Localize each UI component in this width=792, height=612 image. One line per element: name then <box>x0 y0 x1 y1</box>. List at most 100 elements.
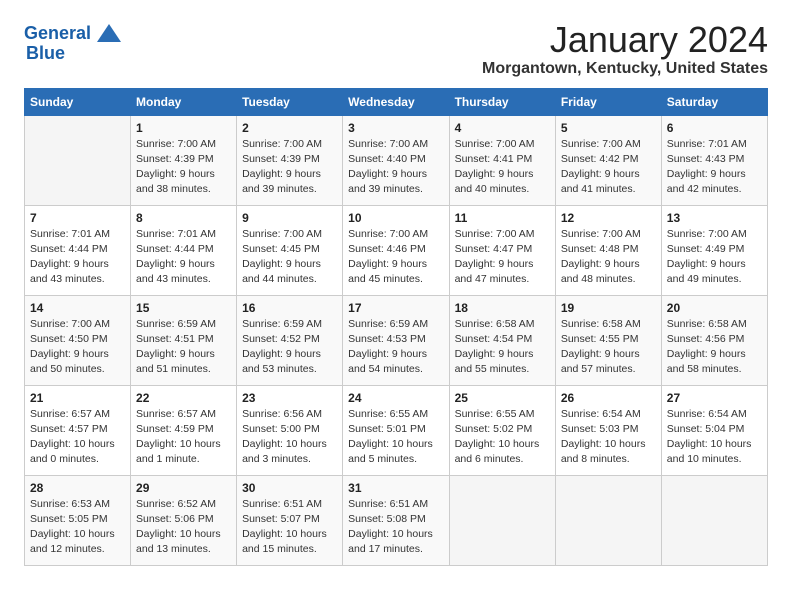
col-header-sunday: Sunday <box>25 88 131 115</box>
day-number: 29 <box>136 481 231 495</box>
day-info: Sunrise: 6:55 AM Sunset: 5:01 PM Dayligh… <box>348 407 443 468</box>
day-info: Sunrise: 6:56 AM Sunset: 5:00 PM Dayligh… <box>242 407 337 468</box>
day-number: 12 <box>561 211 656 225</box>
col-header-tuesday: Tuesday <box>237 88 343 115</box>
location-title: Morgantown, Kentucky, United States <box>482 60 768 78</box>
calendar-cell: 15 Sunrise: 6:59 AM Sunset: 4:51 PM Dayli… <box>131 295 237 385</box>
col-header-wednesday: Wednesday <box>343 88 449 115</box>
calendar-cell: 7 Sunrise: 7:01 AM Sunset: 4:44 PM Daylig… <box>25 205 131 295</box>
col-header-friday: Friday <box>555 88 661 115</box>
calendar-cell: 23 Sunrise: 6:56 AM Sunset: 5:00 PM Dayli… <box>237 385 343 475</box>
day-info: Sunrise: 7:00 AM Sunset: 4:49 PM Dayligh… <box>667 227 762 288</box>
calendar-cell: 22Sunrise: 6:57 AM Sunset: 4:59 PM Dayli… <box>131 385 237 475</box>
day-info: Sunrise: 6:55 AM Sunset: 5:02 PM Dayligh… <box>455 407 550 468</box>
week-row-4: 21Sunrise: 6:57 AM Sunset: 4:57 PM Dayli… <box>25 385 768 475</box>
day-info: Sunrise: 7:01 AM Sunset: 4:44 PM Dayligh… <box>30 227 125 288</box>
day-number: 17 <box>348 301 443 315</box>
calendar-cell: 28Sunrise: 6:53 AM Sunset: 5:05 PM Dayli… <box>25 475 131 565</box>
day-number: 3 <box>348 121 443 135</box>
calendar-cell: 26Sunrise: 6:54 AM Sunset: 5:03 PM Dayli… <box>555 385 661 475</box>
calendar-cell: 25 Sunrise: 6:55 AM Sunset: 5:02 PM Dayli… <box>449 385 555 475</box>
col-header-saturday: Saturday <box>661 88 767 115</box>
day-number: 24 <box>348 391 443 405</box>
day-info: Sunrise: 6:54 AM Sunset: 5:03 PM Dayligh… <box>561 407 656 468</box>
calendar-cell: 3 Sunrise: 7:00 AM Sunset: 4:40 PM Daylig… <box>343 115 449 205</box>
calendar-cell: 14 Sunrise: 7:00 AM Sunset: 4:50 PM Dayli… <box>25 295 131 385</box>
col-header-monday: Monday <box>131 88 237 115</box>
week-row-1: 1 Sunrise: 7:00 AM Sunset: 4:39 PM Daylig… <box>25 115 768 205</box>
day-number: 1 <box>136 121 231 135</box>
day-info: Sunrise: 6:58 AM Sunset: 4:55 PM Dayligh… <box>561 317 656 378</box>
calendar-cell: 16Sunrise: 6:59 AM Sunset: 4:52 PM Dayli… <box>237 295 343 385</box>
week-row-5: 28Sunrise: 6:53 AM Sunset: 5:05 PM Dayli… <box>25 475 768 565</box>
logo-subtext: Blue <box>26 43 65 63</box>
day-number: 25 <box>455 391 550 405</box>
calendar-cell <box>555 475 661 565</box>
calendar-cell: 19 Sunrise: 6:58 AM Sunset: 4:55 PM Dayli… <box>555 295 661 385</box>
day-info: Sunrise: 6:52 AM Sunset: 5:06 PM Dayligh… <box>136 497 231 558</box>
calendar-cell: 13 Sunrise: 7:00 AM Sunset: 4:49 PM Dayli… <box>661 205 767 295</box>
day-number: 20 <box>667 301 762 315</box>
day-info: Sunrise: 6:58 AM Sunset: 4:56 PM Dayligh… <box>667 317 762 378</box>
day-info: Sunrise: 6:51 AM Sunset: 5:08 PM Dayligh… <box>348 497 443 558</box>
week-row-3: 14 Sunrise: 7:00 AM Sunset: 4:50 PM Dayli… <box>25 295 768 385</box>
calendar-cell: 6 Sunrise: 7:01 AM Sunset: 4:43 PM Daylig… <box>661 115 767 205</box>
logo-text: General <box>24 24 91 44</box>
day-info: Sunrise: 7:00 AM Sunset: 4:48 PM Dayligh… <box>561 227 656 288</box>
day-info: Sunrise: 6:53 AM Sunset: 5:05 PM Dayligh… <box>30 497 125 558</box>
day-info: Sunrise: 6:59 AM Sunset: 4:53 PM Dayligh… <box>348 317 443 378</box>
day-info: Sunrise: 6:58 AM Sunset: 4:54 PM Dayligh… <box>455 317 550 378</box>
day-number: 19 <box>561 301 656 315</box>
day-number: 14 <box>30 301 125 315</box>
calendar-cell: 31 Sunrise: 6:51 AM Sunset: 5:08 PM Dayli… <box>343 475 449 565</box>
calendar-cell: 27Sunrise: 6:54 AM Sunset: 5:04 PM Dayli… <box>661 385 767 475</box>
day-info: Sunrise: 7:00 AM Sunset: 4:47 PM Dayligh… <box>455 227 550 288</box>
day-info: Sunrise: 6:59 AM Sunset: 4:51 PM Dayligh… <box>136 317 231 378</box>
day-number: 23 <box>242 391 337 405</box>
day-number: 13 <box>667 211 762 225</box>
day-info: Sunrise: 6:54 AM Sunset: 5:04 PM Dayligh… <box>667 407 762 468</box>
logo: General Blue <box>24 20 123 64</box>
calendar-cell: 21Sunrise: 6:57 AM Sunset: 4:57 PM Dayli… <box>25 385 131 475</box>
day-number: 9 <box>242 211 337 225</box>
calendar-cell: 17 Sunrise: 6:59 AM Sunset: 4:53 PM Dayli… <box>343 295 449 385</box>
day-number: 30 <box>242 481 337 495</box>
day-number: 6 <box>667 121 762 135</box>
title-block: January 2024 Morgantown, Kentucky, Unite… <box>482 20 768 78</box>
day-info: Sunrise: 6:51 AM Sunset: 5:07 PM Dayligh… <box>242 497 337 558</box>
day-number: 31 <box>348 481 443 495</box>
day-number: 18 <box>455 301 550 315</box>
calendar-cell: 30 Sunrise: 6:51 AM Sunset: 5:07 PM Dayli… <box>237 475 343 565</box>
day-info: Sunrise: 6:59 AM Sunset: 4:52 PM Dayligh… <box>242 317 337 378</box>
day-number: 11 <box>455 211 550 225</box>
calendar-cell: 8 Sunrise: 7:01 AM Sunset: 4:44 PM Daylig… <box>131 205 237 295</box>
day-number: 5 <box>561 121 656 135</box>
calendar-cell: 2Sunrise: 7:00 AM Sunset: 4:39 PM Daylig… <box>237 115 343 205</box>
calendar-cell: 20 Sunrise: 6:58 AM Sunset: 4:56 PM Dayli… <box>661 295 767 385</box>
calendar-cell: 24 Sunrise: 6:55 AM Sunset: 5:01 PM Dayli… <box>343 385 449 475</box>
day-number: 4 <box>455 121 550 135</box>
calendar-cell: 11 Sunrise: 7:00 AM Sunset: 4:47 PM Dayli… <box>449 205 555 295</box>
calendar-cell: 4Sunrise: 7:00 AM Sunset: 4:41 PM Daylig… <box>449 115 555 205</box>
day-number: 15 <box>136 301 231 315</box>
day-number: 21 <box>30 391 125 405</box>
day-info: Sunrise: 7:00 AM Sunset: 4:46 PM Dayligh… <box>348 227 443 288</box>
day-number: 22 <box>136 391 231 405</box>
day-number: 7 <box>30 211 125 225</box>
calendar-cell: 18 Sunrise: 6:58 AM Sunset: 4:54 PM Dayli… <box>449 295 555 385</box>
calendar-cell: 5Sunrise: 7:00 AM Sunset: 4:42 PM Daylig… <box>555 115 661 205</box>
day-info: Sunrise: 7:01 AM Sunset: 4:44 PM Dayligh… <box>136 227 231 288</box>
day-info: Sunrise: 7:00 AM Sunset: 4:40 PM Dayligh… <box>348 137 443 198</box>
calendar-cell: 1 Sunrise: 7:00 AM Sunset: 4:39 PM Daylig… <box>131 115 237 205</box>
day-number: 8 <box>136 211 231 225</box>
day-number: 2 <box>242 121 337 135</box>
col-header-thursday: Thursday <box>449 88 555 115</box>
calendar-table: SundayMondayTuesdayWednesdayThursdayFrid… <box>24 88 768 566</box>
day-info: Sunrise: 7:00 AM Sunset: 4:50 PM Dayligh… <box>30 317 125 378</box>
calendar-cell: 29 Sunrise: 6:52 AM Sunset: 5:06 PM Dayli… <box>131 475 237 565</box>
calendar-cell: 10 Sunrise: 7:00 AM Sunset: 4:46 PM Dayli… <box>343 205 449 295</box>
day-info: Sunrise: 7:01 AM Sunset: 4:43 PM Dayligh… <box>667 137 762 198</box>
day-info: Sunrise: 7:00 AM Sunset: 4:39 PM Dayligh… <box>136 137 231 198</box>
calendar-cell: 12 Sunrise: 7:00 AM Sunset: 4:48 PM Dayli… <box>555 205 661 295</box>
day-number: 10 <box>348 211 443 225</box>
